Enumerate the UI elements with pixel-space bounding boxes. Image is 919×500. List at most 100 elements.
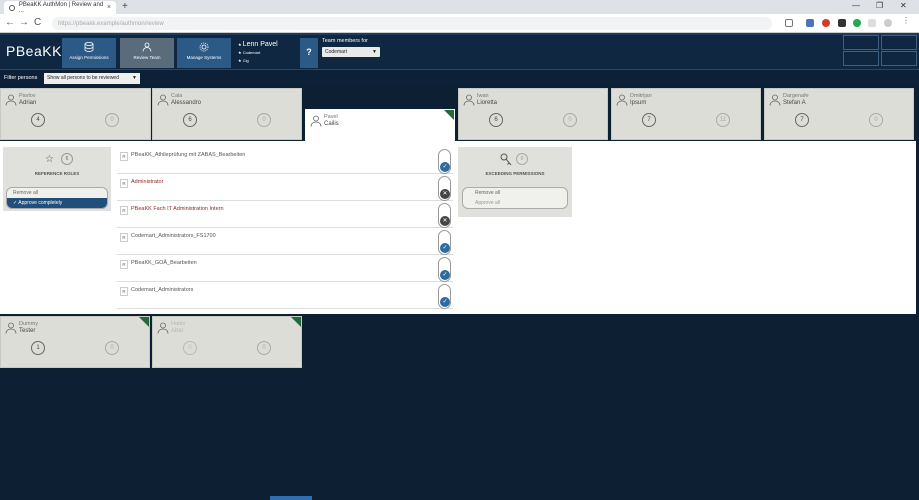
profile-icon[interactable] bbox=[884, 19, 892, 27]
nav-assign-permissions[interactable]: Assign Permissions bbox=[62, 38, 116, 68]
reload-button[interactable]: C bbox=[34, 17, 41, 28]
role-row: R PBeaKK Fach IT Administration Intern ✕ bbox=[117, 201, 453, 228]
extension-icon[interactable] bbox=[806, 19, 814, 27]
person-last-name: Adrian bbox=[19, 100, 37, 106]
approved-count: 6 bbox=[489, 113, 503, 127]
role-approval-toggle[interactable]: ✓ bbox=[438, 230, 451, 255]
remove-all-option[interactable]: Remove all bbox=[7, 188, 107, 198]
pending-count: 0 bbox=[257, 341, 271, 355]
person-card[interactable]: Dargenafe Stefan A 7 0 bbox=[764, 88, 914, 140]
role-row: R Administrator ✕ bbox=[117, 174, 453, 201]
user-line2: Cig bbox=[242, 58, 249, 63]
person-card[interactable]: Pavel Cailis bbox=[305, 109, 455, 144]
minimize-button[interactable]: — bbox=[852, 1, 860, 10]
user-info: ★ Lenn Pavel ★ Codemart ★ Cig bbox=[234, 38, 296, 68]
person-last-name: Cailis bbox=[324, 121, 339, 127]
opera-icon[interactable] bbox=[822, 19, 830, 27]
browser-tab[interactable]: PBeaKK AuthMon | Review and ... × bbox=[4, 1, 116, 14]
role-approval-toggle[interactable]: ✕ bbox=[438, 176, 451, 201]
header-slot bbox=[881, 35, 917, 50]
filter-bar: Filter persons Show all persons to be re… bbox=[0, 69, 919, 86]
role-type-badge: R bbox=[120, 287, 128, 296]
person-icon bbox=[310, 115, 322, 127]
nav-label: Assign Permissions bbox=[69, 55, 109, 60]
back-button[interactable]: ← bbox=[5, 17, 15, 28]
role-approval-toggle[interactable]: ✕ bbox=[438, 203, 451, 228]
filter-label: Filter persons bbox=[4, 75, 38, 81]
url-field[interactable]: https://pbeakk.example/authmon/review bbox=[52, 17, 772, 30]
url-text: https://pbeakk.example/authmon/review bbox=[58, 20, 164, 27]
pending-count: 0 bbox=[563, 113, 577, 127]
header-slot bbox=[843, 51, 879, 66]
menu-icon[interactable]: ⋮ bbox=[902, 16, 910, 25]
role-name: PBeaKK_GOÄ_Bearbeiten bbox=[131, 260, 197, 266]
role-approval-toggle[interactable]: ✓ bbox=[438, 257, 451, 282]
role-name: Administrator bbox=[131, 179, 164, 185]
header-slot bbox=[881, 51, 917, 66]
role-name: Codemart_Administrators bbox=[131, 287, 194, 293]
user-line1: Codemart bbox=[242, 50, 261, 55]
new-tab-button[interactable]: + bbox=[122, 1, 128, 12]
person-icon bbox=[769, 94, 781, 106]
pending-count: 0 bbox=[105, 113, 119, 127]
extension-icon[interactable] bbox=[868, 19, 876, 27]
status-corner bbox=[291, 317, 301, 327]
pocket-icon[interactable] bbox=[838, 19, 846, 27]
person-card[interactable]: Dmitrijan Ipsum 7 11 bbox=[611, 88, 761, 140]
approve-all-option[interactable]: Approve all bbox=[463, 198, 567, 208]
filter-dropdown[interactable]: Show all persons to be reviewed ▼ bbox=[44, 73, 140, 84]
restore-button[interactable]: ❐ bbox=[876, 1, 883, 10]
detail-panel: ☆ 6 REFERENCE ROLES Remove all ✓ Approve… bbox=[0, 141, 916, 314]
nav-review-team[interactable]: Review Team bbox=[120, 38, 174, 68]
approved-count: 7 bbox=[795, 113, 809, 127]
person-card[interactable]: Pavlov Adrian 4 0 bbox=[0, 88, 151, 140]
person-icon bbox=[463, 94, 475, 106]
team-selector: Team members for Codemart ▼ bbox=[322, 38, 380, 57]
person-card[interactable]: Dummy Tester 1 0 bbox=[0, 316, 150, 368]
reference-count: 6 bbox=[61, 153, 73, 165]
person-last-name: Ipsum bbox=[630, 100, 647, 106]
person-icon bbox=[5, 94, 17, 106]
role-row: R PBeaKK_Athileprüfung mit ZABAS_Bearbeit… bbox=[117, 147, 453, 174]
person-icon bbox=[157, 322, 169, 334]
logo: PBeaKK bbox=[6, 43, 62, 59]
role-name: PBeaKK_Athileprüfung mit ZABAS_Bearbeite… bbox=[131, 152, 246, 158]
role-type-badge: R bbox=[120, 179, 128, 188]
excess-toggle[interactable]: Remove all Approve all bbox=[462, 187, 568, 209]
person-card[interactable]: Iwan Lioretta 6 0 bbox=[458, 88, 608, 140]
person-card[interactable]: Hattie Abel 0 0 bbox=[152, 316, 302, 368]
person-card[interactable]: Cala Alessandro 6 0 bbox=[152, 88, 302, 140]
nav-manage-systems[interactable]: Manage Systems bbox=[177, 38, 231, 68]
person-first-name: Dummy bbox=[19, 321, 38, 327]
remove-all-option[interactable]: Remove all bbox=[463, 188, 567, 198]
user-name: Lenn Pavel bbox=[242, 41, 278, 48]
reject-icon: ✕ bbox=[440, 189, 450, 199]
forward-button[interactable]: → bbox=[19, 17, 29, 28]
pending-count: 11 bbox=[716, 113, 730, 127]
reference-toggle[interactable]: Remove all ✓ Approve completely bbox=[6, 187, 108, 209]
person-last-name: Tester bbox=[19, 328, 36, 334]
person-first-name: Pavlov bbox=[19, 93, 36, 99]
excess-title: EXCEEDING PERMISSIONS bbox=[485, 171, 545, 176]
team-dropdown[interactable]: Codemart ▼ bbox=[322, 47, 380, 57]
role-approval-toggle[interactable]: ✓ bbox=[438, 149, 451, 174]
star-icon[interactable] bbox=[785, 19, 793, 27]
tab-close-icon[interactable]: × bbox=[107, 4, 111, 11]
check-icon: ✓ bbox=[440, 243, 450, 253]
help-button[interactable]: ? bbox=[300, 38, 318, 68]
approve-completely-option[interactable]: ✓ Approve completely bbox=[7, 198, 107, 208]
role-name: Codemart_Administrators_FS1700 bbox=[131, 233, 216, 239]
window-close-button[interactable]: ✕ bbox=[900, 1, 907, 10]
check-icon: ✓ bbox=[440, 162, 450, 172]
person-icon bbox=[157, 94, 169, 106]
pending-count: 0 bbox=[869, 113, 883, 127]
role-name: PBeaKK Fach IT Administration Intern bbox=[131, 206, 224, 212]
nav-label: Review Team bbox=[133, 55, 161, 60]
evernote-icon[interactable] bbox=[853, 19, 861, 27]
nav-label: Manage Systems bbox=[186, 55, 222, 60]
approved-count: 4 bbox=[31, 113, 45, 127]
app-header: PBeaKK Assign Permissions Review Team Ma… bbox=[0, 33, 919, 69]
star-icon: ☆ bbox=[45, 154, 54, 165]
role-approval-toggle[interactable]: ✓ bbox=[438, 284, 451, 309]
status-corner bbox=[139, 317, 149, 327]
